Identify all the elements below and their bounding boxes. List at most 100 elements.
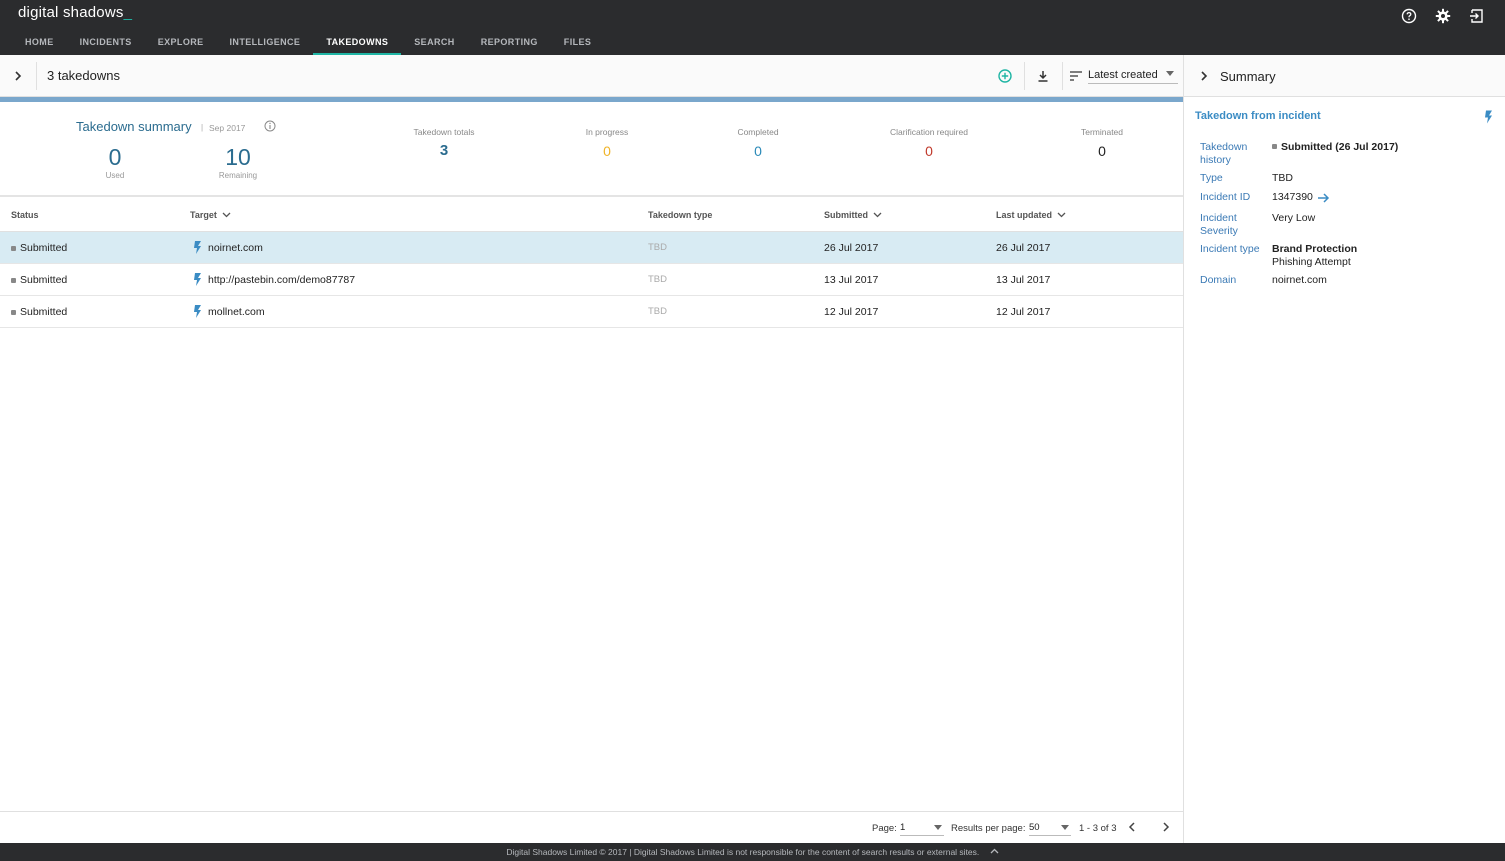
status-cell: Submitted bbox=[11, 274, 67, 286]
logo[interactable]: digital shadows_ bbox=[18, 4, 132, 21]
takedown-count: 3 takedowns bbox=[47, 68, 120, 83]
target-cell: noirnet.com bbox=[193, 241, 263, 254]
nav-explore[interactable]: EXPLORE bbox=[145, 29, 217, 55]
bolt-icon bbox=[1484, 110, 1493, 129]
stat-value: 3 bbox=[439, 142, 449, 159]
per-page-label: Results per page: bbox=[951, 823, 1026, 834]
divider bbox=[1024, 62, 1025, 90]
bolt-icon bbox=[194, 273, 201, 286]
add-takedown-button[interactable] bbox=[995, 66, 1015, 86]
panel-title: Summary bbox=[1220, 69, 1276, 84]
header-label: Status bbox=[11, 210, 39, 220]
stat-in-progress: In progress 0 bbox=[547, 127, 667, 159]
submitted-cell: 12 Jul 2017 bbox=[824, 306, 879, 318]
pagination: Page: 1 Results per page: 50 1 - 3 of 3 bbox=[0, 811, 1183, 843]
field-label: Type bbox=[1200, 172, 1223, 184]
status-dot bbox=[11, 245, 16, 251]
stat-value: 0 bbox=[603, 143, 611, 159]
arrow-right-icon[interactable] bbox=[1317, 192, 1330, 203]
takedown-summary: Takedown summary | Sep 2017 0 Used 10 Re… bbox=[0, 102, 1183, 197]
nav-files[interactable]: FILES bbox=[551, 29, 605, 55]
field-value: noirnet.com bbox=[1272, 274, 1327, 286]
header-submitted[interactable]: Submitted bbox=[824, 210, 882, 220]
status-cell: Submitted bbox=[11, 306, 67, 318]
chevron-right-icon bbox=[15, 71, 22, 81]
chevron-down-icon bbox=[1061, 825, 1069, 830]
target-text: noirnet.com bbox=[208, 241, 263, 254]
page-value: 1 bbox=[900, 822, 906, 833]
summary-panel: Summary Takedown from incident Takedown … bbox=[1183, 55, 1505, 843]
takedowns-table: Status Target Takedown type Submitted La… bbox=[0, 199, 1183, 328]
nav-intelligence[interactable]: INTELLIGENCE bbox=[217, 29, 314, 55]
help-icon[interactable] bbox=[1399, 6, 1419, 26]
field-label: Domain bbox=[1200, 274, 1237, 286]
status-text: Submitted bbox=[20, 306, 68, 318]
field-value: Brand Protection Phishing Attempt bbox=[1272, 243, 1357, 269]
result-range: 1 - 3 of 3 bbox=[1079, 823, 1117, 834]
settings-icon[interactable] bbox=[1433, 6, 1453, 26]
info-icon[interactable] bbox=[264, 119, 276, 137]
nav-reporting[interactable]: REPORTING bbox=[468, 29, 551, 55]
table-row[interactable]: Submitted http://pastebin.com/demo87787 … bbox=[0, 264, 1183, 296]
per-page-select[interactable]: 50 bbox=[1029, 822, 1071, 836]
stat-value: 0 bbox=[925, 143, 933, 159]
nav-takedowns[interactable]: TAKEDOWNS bbox=[313, 29, 402, 55]
panel-subtitle[interactable]: Takedown from incident bbox=[1195, 110, 1321, 122]
field-label: Incident Severity bbox=[1200, 212, 1238, 237]
header-status[interactable]: Status bbox=[11, 210, 39, 220]
status-text: Submitted bbox=[20, 242, 68, 254]
status-dot bbox=[11, 309, 16, 315]
header-type[interactable]: Takedown type bbox=[648, 210, 712, 220]
page-select[interactable]: 1 bbox=[900, 822, 944, 836]
panel-header: Summary bbox=[1184, 55, 1505, 97]
page-label: Page: bbox=[872, 823, 897, 834]
nav-search[interactable]: SEARCH bbox=[401, 29, 467, 55]
target-cell: http://pastebin.com/demo87787 bbox=[193, 273, 355, 286]
per-page-value: 50 bbox=[1029, 822, 1040, 833]
next-page-button[interactable] bbox=[1162, 822, 1170, 835]
footer: Digital Shadows Limited © 2017 | Digital… bbox=[0, 843, 1505, 861]
previous-page-button[interactable] bbox=[1128, 822, 1136, 835]
updated-cell: 12 Jul 2017 bbox=[996, 306, 1051, 318]
table-header: Status Target Takedown type Submitted La… bbox=[0, 199, 1183, 232]
header-target[interactable]: Target bbox=[190, 210, 231, 220]
sort-select[interactable]: Latest created bbox=[1068, 65, 1178, 87]
chevron-down-icon bbox=[1166, 71, 1174, 76]
remaining-label: Remaining bbox=[218, 171, 258, 180]
history-value: Submitted (26 Jul 2017) bbox=[1281, 141, 1399, 153]
logo-text: digital shadows bbox=[18, 4, 124, 21]
collapse-panel-button[interactable] bbox=[1194, 66, 1214, 86]
divider bbox=[1062, 62, 1063, 90]
stat-label: Terminated bbox=[1080, 127, 1124, 137]
header-last-updated[interactable]: Last updated bbox=[996, 210, 1066, 220]
divider bbox=[36, 62, 37, 90]
table-row[interactable]: Submitted mollnet.com TBD 12 Jul 2017 12… bbox=[0, 296, 1183, 328]
bolt-icon bbox=[194, 305, 201, 318]
sort-value: Latest created bbox=[1088, 69, 1178, 84]
header-label: Last updated bbox=[996, 210, 1053, 220]
stat-value: 0 bbox=[1098, 143, 1106, 159]
field-label: Incident type bbox=[1200, 243, 1260, 255]
field-value: Very Low bbox=[1272, 212, 1316, 224]
status-dot bbox=[1272, 144, 1277, 149]
add-icon bbox=[998, 69, 1012, 83]
expand-filters-button[interactable] bbox=[8, 66, 28, 86]
stat-label: Takedown totals bbox=[413, 127, 475, 137]
table-row[interactable]: Submitted noirnet.com TBD 26 Jul 2017 26… bbox=[0, 232, 1183, 264]
stat-label: Clarification required bbox=[890, 127, 968, 137]
summary-date: Sep 2017 bbox=[209, 123, 246, 133]
list-toolbar: 3 takedowns Latest created bbox=[0, 55, 1183, 97]
chevron-down-icon bbox=[1057, 212, 1066, 218]
download-button[interactable] bbox=[1033, 66, 1053, 86]
stat-label: Completed bbox=[737, 127, 779, 137]
type-cell: TBD bbox=[648, 242, 667, 253]
incident-id-value: 1347390 bbox=[1272, 191, 1313, 203]
nav-home[interactable]: HOME bbox=[12, 29, 67, 55]
logout-icon[interactable] bbox=[1467, 6, 1487, 26]
chevron-up-icon[interactable] bbox=[990, 848, 999, 854]
updated-cell: 26 Jul 2017 bbox=[996, 242, 1051, 254]
nav-incidents[interactable]: INCIDENTS bbox=[67, 29, 145, 55]
target-text: mollnet.com bbox=[208, 305, 265, 318]
main-nav: HOME INCIDENTS EXPLORE INTELLIGENCE TAKE… bbox=[12, 29, 604, 55]
stat-value: 0 bbox=[754, 143, 762, 159]
